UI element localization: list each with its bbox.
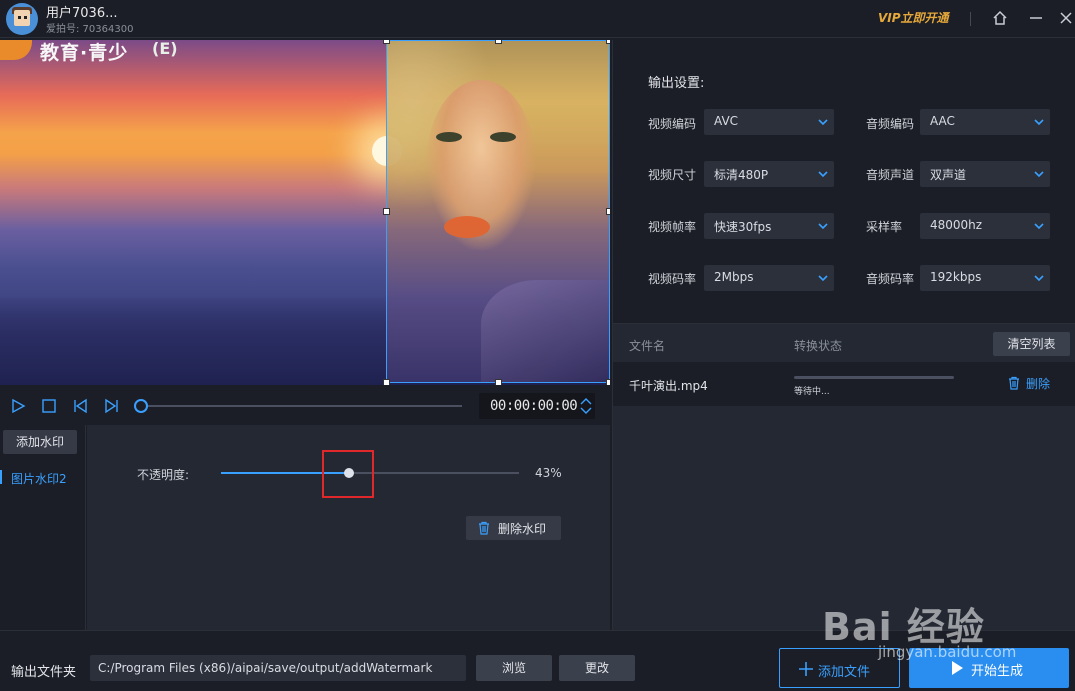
timecode-field[interactable]: 00:00:00:00 xyxy=(479,393,595,419)
title-bar: 用户7036... 爱拍号: 70364300 VIP立即开通 xyxy=(0,0,1075,38)
next-frame-icon[interactable] xyxy=(103,397,121,415)
output-settings-title: 输出设置: xyxy=(648,76,705,91)
frame-rate-label: 视频帧率 xyxy=(648,220,697,234)
opacity-value: 43% xyxy=(535,466,562,480)
delete-watermark-button[interactable]: 删除水印 xyxy=(466,516,561,540)
minimize-icon[interactable] xyxy=(1026,8,1046,28)
user-id: 爱拍号: 70364300 xyxy=(46,24,134,35)
app-window: 用户7036... 爱拍号: 70364300 VIP立即开通 教育·青少 (E… xyxy=(0,0,1075,691)
audio-codec-value: AAC xyxy=(930,114,955,128)
audio-bitrate-label: 音频码率 xyxy=(866,272,915,286)
video-bitrate-select[interactable]: 2Mbps xyxy=(704,265,834,291)
chevron-down-icon xyxy=(1034,223,1044,230)
clear-list-button[interactable]: 清空列表 xyxy=(993,332,1070,356)
avatar[interactable] xyxy=(6,3,38,35)
vip-link[interactable]: VIP立即开通 xyxy=(878,9,949,26)
add-file-label: 添加文件 xyxy=(818,665,871,680)
video-bitrate-label: 视频码率 xyxy=(648,272,697,286)
video-size-select[interactable]: 标清480P xyxy=(704,161,834,187)
close-icon[interactable] xyxy=(1056,8,1075,28)
video-size-label: 视频尺寸 xyxy=(648,168,697,182)
channel-logo-text: 教育·青少 xyxy=(40,42,129,64)
audio-channel-select[interactable]: 双声道 xyxy=(920,161,1050,187)
output-folder-label: 输出文件夹 xyxy=(11,665,77,680)
resize-handle[interactable] xyxy=(606,208,610,215)
stop-icon[interactable] xyxy=(40,397,58,415)
resize-handle[interactable] xyxy=(495,40,502,44)
plus-icon xyxy=(799,662,813,676)
watermark-properties-panel: 不透明度: 43% 删除水印 xyxy=(87,425,610,630)
resize-handle[interactable] xyxy=(495,379,502,385)
file-list-header: 文件名 转换状态 清空列表 xyxy=(613,324,1075,362)
audio-codec-select[interactable]: AAC xyxy=(920,109,1050,135)
watermark-list-item[interactable]: 图片水印2 xyxy=(0,468,86,488)
watermark-sidebar: 添加水印 图片水印2 xyxy=(0,425,86,630)
output-folder-path: C:/Program Files (x86)/aipai/save/output… xyxy=(98,661,433,675)
resize-handle[interactable] xyxy=(383,40,390,44)
resize-handle[interactable] xyxy=(606,40,610,44)
frame-rate-value: 快速30fps xyxy=(714,220,772,234)
audio-codec-label: 音频编码 xyxy=(866,117,915,131)
delete-file-label: 删除 xyxy=(1026,377,1051,391)
conversion-status: 等待中... xyxy=(794,387,830,397)
watermark-selection-box[interactable] xyxy=(383,40,610,385)
audio-channel-value: 双声道 xyxy=(930,168,967,182)
file-row[interactable]: 千叶演出.mp4 等待中... 删除 xyxy=(613,362,1075,406)
audio-channel-label: 音频声道 xyxy=(866,168,915,182)
delete-watermark-label: 删除水印 xyxy=(498,522,547,536)
frame-rate-select[interactable]: 快速30fps xyxy=(704,213,834,239)
chevron-down-icon xyxy=(818,223,828,230)
video-codec-value: AVC xyxy=(714,114,739,128)
trash-icon xyxy=(479,521,489,535)
column-header-filename: 文件名 xyxy=(629,339,666,353)
video-preview[interactable]: 教育·青少 (E) xyxy=(0,40,610,385)
start-generate-label: 开始生成 xyxy=(971,664,1024,679)
previous-frame-icon[interactable] xyxy=(71,397,89,415)
title-divider xyxy=(970,12,971,26)
username: 用户7036... xyxy=(46,6,118,21)
chevron-down-icon xyxy=(1034,171,1044,178)
seek-bar[interactable] xyxy=(142,405,462,407)
play-icon xyxy=(952,661,963,675)
change-button[interactable]: 更改 xyxy=(559,655,635,681)
conversion-progress-bar xyxy=(794,376,954,379)
output-folder-path-field[interactable]: C:/Program Files (x86)/aipai/save/output… xyxy=(90,655,466,681)
video-bitrate-value: 2Mbps xyxy=(714,270,754,284)
chevron-down-icon xyxy=(818,119,828,126)
resize-handle[interactable] xyxy=(606,379,610,385)
baidu-jingyan-url: jingyan.baidu.com xyxy=(878,643,1017,661)
audio-bitrate-select[interactable]: 192kbps xyxy=(920,265,1050,291)
timecode-spinner-icon[interactable] xyxy=(579,395,593,417)
sample-rate-value: 48000hz xyxy=(930,218,983,232)
add-watermark-button[interactable]: 添加水印 xyxy=(3,430,77,454)
video-size-value: 标清480P xyxy=(714,168,769,182)
output-settings: 输出设置: 视频编码 AVC 音频编码 AAC 视频尺寸 标清480P 音频声道… xyxy=(613,40,1075,323)
video-codec-label: 视频编码 xyxy=(648,117,697,131)
chevron-down-icon xyxy=(1034,119,1044,126)
sample-rate-select[interactable]: 48000hz xyxy=(920,213,1050,239)
resize-handle[interactable] xyxy=(383,379,390,385)
channel-logo-mark: (E) xyxy=(152,40,178,58)
video-codec-select[interactable]: AVC xyxy=(704,109,834,135)
play-icon[interactable] xyxy=(9,397,27,415)
home-icon[interactable] xyxy=(990,8,1010,28)
column-header-status: 转换状态 xyxy=(794,339,843,353)
audio-bitrate-value: 192kbps xyxy=(930,270,982,284)
right-panel: 输出设置: 视频编码 AVC 音频编码 AAC 视频尺寸 标清480P 音频声道… xyxy=(612,40,1075,630)
file-name: 千叶演出.mp4 xyxy=(629,379,708,393)
sample-rate-label: 采样率 xyxy=(866,220,903,234)
watermark-item-label: 图片水印2 xyxy=(11,472,67,486)
resize-handle[interactable] xyxy=(383,208,390,215)
opacity-label: 不透明度: xyxy=(137,468,190,482)
browse-button[interactable]: 浏览 xyxy=(476,655,552,681)
chevron-down-icon xyxy=(818,275,828,282)
chevron-down-icon xyxy=(1034,275,1044,282)
seek-handle[interactable] xyxy=(134,399,148,413)
trash-icon xyxy=(1009,376,1019,390)
file-list: 文件名 转换状态 清空列表 千叶演出.mp4 等待中... 删除 xyxy=(613,323,1075,630)
playback-controls: 00:00:00:00 xyxy=(0,388,610,424)
chevron-down-icon xyxy=(818,171,828,178)
timecode-text: 00:00:00:00 xyxy=(490,398,578,414)
highlight-box xyxy=(322,450,374,498)
